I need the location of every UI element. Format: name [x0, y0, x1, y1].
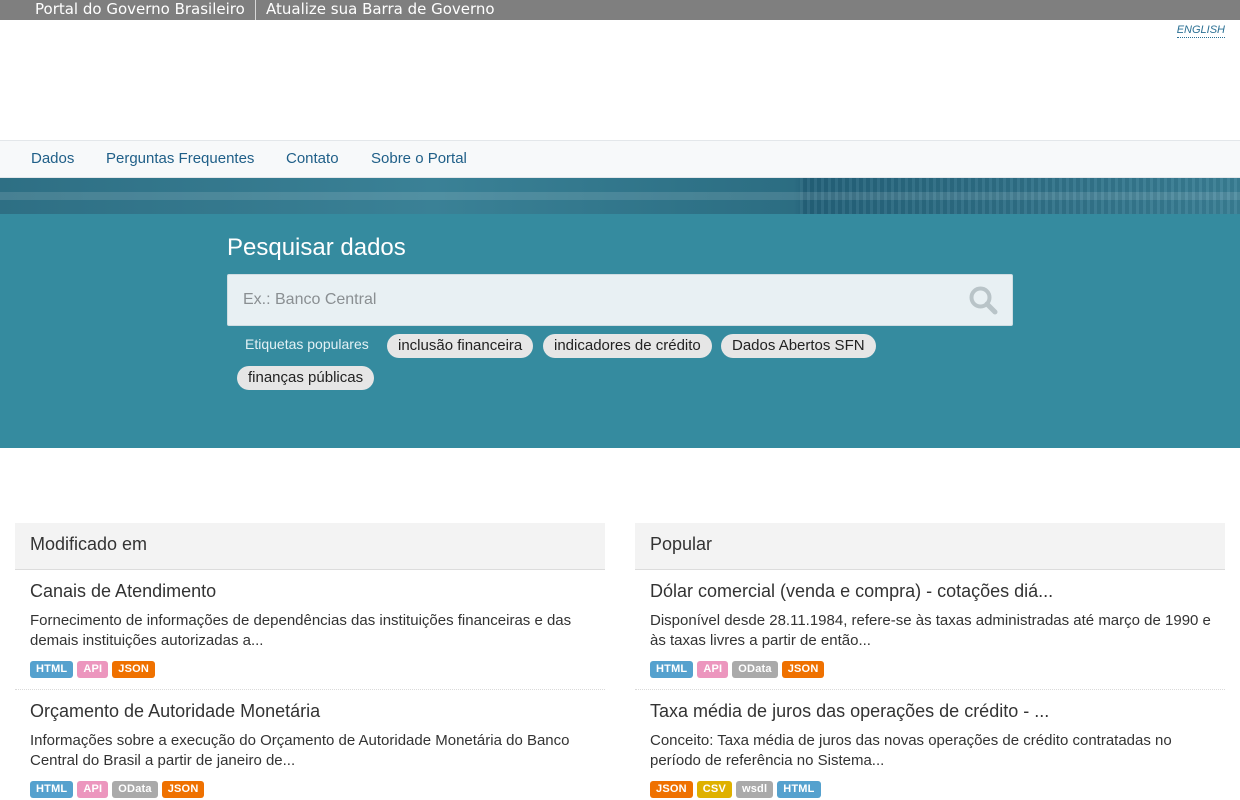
popular-panel: Popular Dólar comercial (venda e compra)…	[635, 523, 1225, 800]
format-badge-api[interactable]: API	[77, 661, 109, 678]
format-badges: HTML API OData JSON	[30, 781, 205, 799]
format-badges: HTML API JSON	[30, 661, 156, 679]
format-badge-odata[interactable]: OData	[732, 661, 778, 678]
nav-item-contato[interactable]: Contato	[286, 141, 339, 178]
search-title: Pesquisar dados	[227, 234, 406, 261]
format-badges: HTML API OData JSON	[650, 661, 825, 679]
modified-heading: Modificado em	[15, 523, 605, 570]
tag-inclusao-financeira[interactable]: inclusão financeira	[387, 334, 534, 358]
dataset-title[interactable]: Dólar comercial (venda e compra) - cotaç…	[650, 580, 1053, 602]
format-badge-csv[interactable]: CSV	[696, 781, 732, 798]
format-badge-json[interactable]: JSON	[161, 781, 205, 798]
dataset-item: Dólar comercial (venda e compra) - cotaç…	[635, 570, 1225, 690]
hero-banner-image	[0, 178, 1240, 214]
popular-heading: Popular	[635, 523, 1225, 570]
format-badges: JSON CSV wsdl HTML	[650, 781, 821, 799]
nav-item-dados[interactable]: Dados	[31, 141, 74, 178]
hero-banner-building	[800, 178, 1240, 214]
dataset-item: Taxa média de juros das operações de cré…	[635, 690, 1225, 800]
format-badge-html[interactable]: HTML	[30, 661, 74, 678]
dataset-item: Canais de Atendimento Fornecimento de in…	[15, 570, 605, 690]
format-badge-wsdl[interactable]: wsdl	[735, 781, 774, 798]
format-badge-html[interactable]: HTML	[650, 661, 694, 678]
government-bar: Portal do Governo Brasileiro Atualize su…	[0, 0, 1240, 20]
dataset-item: Orçamento de Autoridade Monetária Inform…	[15, 690, 605, 800]
tag-financas-publicas[interactable]: finanças públicas	[237, 366, 375, 390]
dataset-description: Conceito: Taxa média de juros das novas …	[650, 732, 1172, 769]
gov-portal-link[interactable]: Portal do Governo Brasileiro	[35, 0, 245, 20]
main-nav: Dados Perguntas Frequentes Contato Sobre…	[0, 140, 1240, 178]
search-section: Pesquisar dados Etiquetas populares incl…	[0, 214, 1240, 448]
format-badge-api[interactable]: API	[697, 661, 729, 678]
search-box	[227, 274, 1013, 326]
format-badge-api[interactable]: API	[77, 781, 109, 798]
dataset-title[interactable]: Orçamento de Autoridade Monetária	[30, 700, 320, 722]
dataset-description: Disponível desde 28.11.1984, refere-se à…	[650, 612, 1211, 649]
dataset-title[interactable]: Canais de Atendimento	[30, 580, 216, 602]
english-language-link[interactable]: ENGLISH	[1176, 24, 1225, 38]
dataset-description: Informações sobre a execução do Orçament…	[30, 732, 570, 769]
popular-tags-label: Etiquetas populares	[245, 336, 369, 352]
tag-indicadores-de-credito[interactable]: indicadores de crédito	[543, 334, 712, 358]
format-badge-odata[interactable]: OData	[112, 781, 158, 798]
modified-panel: Modificado em Canais de Atendimento Forn…	[15, 523, 605, 800]
nav-item-sobre[interactable]: Sobre o Portal	[371, 141, 467, 178]
format-badge-html[interactable]: HTML	[30, 781, 74, 798]
dataset-title[interactable]: Taxa média de juros das operações de cré…	[650, 700, 1049, 722]
nav-item-faq[interactable]: Perguntas Frequentes	[106, 141, 254, 178]
dataset-description: Fornecimento de informações de dependênc…	[30, 612, 572, 649]
tag-dados-abertos-sfn[interactable]: Dados Abertos SFN	[721, 334, 876, 358]
govbar-divider	[255, 0, 256, 20]
update-govbar-link[interactable]: Atualize sua Barra de Governo	[266, 0, 495, 20]
format-badge-json[interactable]: JSON	[650, 781, 693, 798]
format-badge-json[interactable]: JSON	[112, 661, 156, 678]
search-input[interactable]	[228, 275, 948, 325]
format-badge-json[interactable]: JSON	[781, 661, 825, 678]
search-icon[interactable]	[968, 285, 1000, 315]
format-badge-html[interactable]: HTML	[777, 781, 821, 798]
